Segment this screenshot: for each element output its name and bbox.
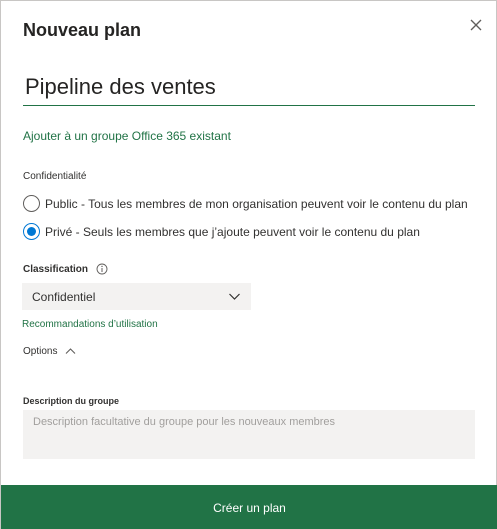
classification-selected-value: Confidentiel: [32, 289, 96, 304]
close-button[interactable]: [467, 16, 485, 34]
privacy-option-public[interactable]: Public - Tous les membres de mon organis…: [23, 195, 468, 212]
chevron-down-icon: [229, 293, 240, 300]
public-radio-label: Public - Tous les membres de mon organis…: [45, 196, 468, 211]
group-description-label: Description du groupe: [23, 396, 120, 406]
new-plan-dialog: Nouveau plan Ajouter à un groupe Office …: [0, 0, 497, 529]
public-radio[interactable]: [23, 195, 40, 212]
usage-recommendations-link[interactable]: Recommandations d’utilisation: [22, 319, 158, 330]
privacy-label: Confidentialité: [23, 171, 87, 182]
private-radio-label: Privé - Seuls les membres que j’ajoute p…: [45, 224, 420, 239]
chevron-up-icon: [66, 348, 76, 354]
group-description-input[interactable]: [23, 410, 475, 459]
radio-selected-dot: [27, 227, 36, 236]
info-icon[interactable]: [96, 263, 108, 275]
classification-label-row: Classification: [23, 263, 108, 275]
dialog-title: Nouveau plan: [23, 20, 142, 40]
plan-name-input[interactable]: [23, 73, 475, 106]
options-toggle[interactable]: Options: [23, 346, 76, 357]
privacy-option-private[interactable]: Privé - Seuls les membres que j’ajoute p…: [23, 223, 420, 240]
classification-dropdown[interactable]: Confidentiel: [22, 283, 251, 310]
add-to-existing-group-link[interactable]: Ajouter à un groupe Office 365 existant: [23, 129, 231, 143]
create-plan-button[interactable]: Créer un plan: [1, 485, 497, 529]
options-label: Options: [23, 346, 58, 357]
private-radio[interactable]: [23, 223, 40, 240]
classification-label: Classification: [23, 263, 89, 275]
close-icon: [470, 19, 482, 31]
